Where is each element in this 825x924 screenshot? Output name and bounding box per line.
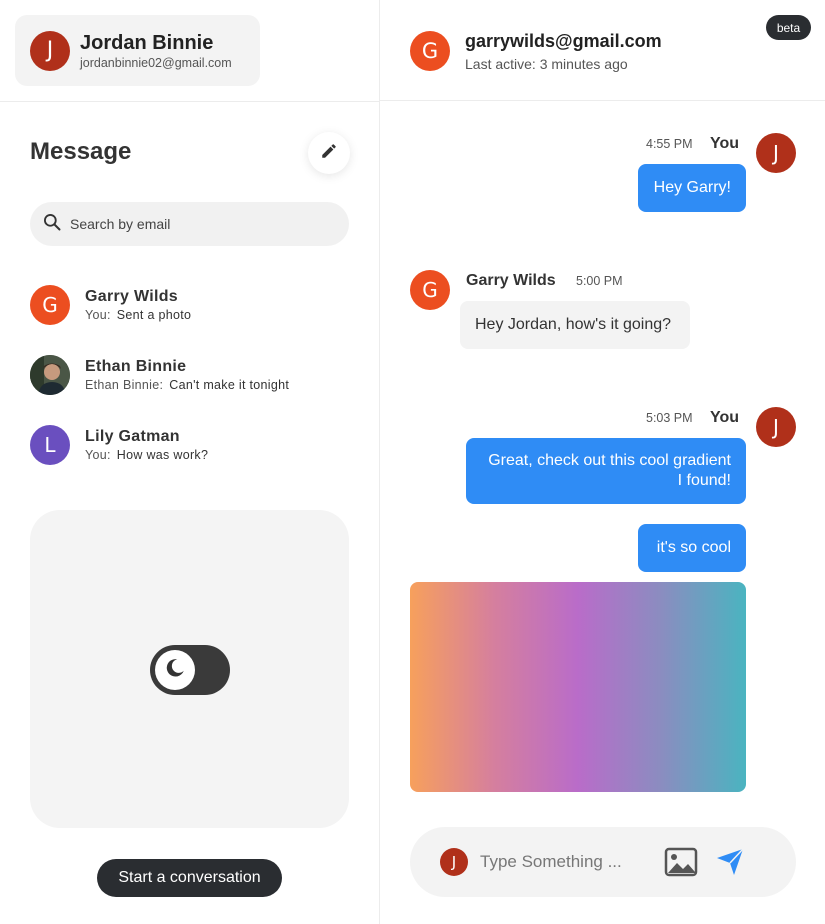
message-bubble-outgoing: Great, check out this cool gradient I fo… (466, 438, 746, 504)
message-time: 4:55 PM (646, 137, 693, 151)
chat-panel: G garrywilds@gmail.com Last active: 3 mi… (380, 0, 825, 924)
dark-mode-toggle[interactable] (150, 645, 230, 695)
message-bubble-outgoing: it's so cool (638, 524, 746, 572)
new-message-button[interactable] (308, 132, 350, 174)
toggle-knob (155, 650, 195, 690)
gradient-image[interactable] (410, 582, 746, 792)
current-user-email: jordanbinnie02@gmail.com (80, 55, 232, 70)
sidebar: J Jordan Binnie jordanbinnie02@gmail.com… (0, 0, 380, 924)
image-icon (664, 847, 698, 882)
current-user-name: Jordan Binnie (80, 31, 214, 54)
preview-sender: You: (85, 448, 111, 462)
beta-badge: beta (766, 15, 811, 40)
contact-avatar: G (410, 31, 450, 71)
preview-text: Can't make it tonight (169, 378, 290, 392)
preview-sender: Ethan Binnie: (85, 378, 164, 392)
avatar: J (756, 133, 796, 173)
message-sender: Garry Wilds (466, 272, 556, 289)
last-active-status: Last active: 3 minutes ago (465, 56, 628, 72)
search-box[interactable] (30, 202, 349, 246)
chat-header: G garrywilds@gmail.com Last active: 3 mi… (380, 0, 825, 101)
message-composer: J (410, 827, 796, 897)
conversation-name: Lily Gatman (85, 428, 180, 445)
messenger-app: J Jordan Binnie jordanbinnie02@gmail.com… (0, 0, 825, 924)
moon-icon (164, 657, 186, 684)
conversation-name: Garry Wilds (85, 288, 178, 305)
message-input[interactable] (480, 849, 640, 875)
avatar: L (30, 425, 70, 465)
contact-email: garrywilds@gmail.com (465, 31, 662, 51)
conversation-item[interactable]: L Lily Gatman You: How was work? (30, 423, 350, 467)
start-conversation-button[interactable]: Start a conversation (97, 859, 282, 897)
search-icon (42, 212, 62, 237)
preview-text: Sent a photo (116, 308, 192, 322)
avatar (30, 355, 70, 395)
conversation-item[interactable]: Ethan Binnie Ethan Binnie: Can't make it … (30, 353, 350, 397)
profile-photo-icon (30, 355, 70, 395)
message-sender: You (710, 135, 740, 152)
preview-sender: You: (85, 308, 111, 322)
composer-avatar: J (440, 848, 468, 876)
current-user-avatar: J (30, 30, 70, 71)
message-time: 5:00 PM (576, 274, 623, 288)
conversation-item[interactable]: G Garry Wilds You: Sent a photo (30, 283, 350, 327)
pencil-icon (320, 142, 338, 165)
send-icon (714, 848, 746, 882)
search-input[interactable] (70, 216, 330, 232)
divider (0, 101, 379, 102)
sidebar-title: Message (30, 138, 132, 165)
theme-card (30, 510, 349, 828)
conversation-name: Ethan Binnie (85, 358, 187, 375)
message-bubble-outgoing: Hey Garry! (638, 164, 746, 212)
attach-image-button[interactable] (664, 846, 698, 878)
message-sender: You (710, 409, 740, 426)
message-time: 5:03 PM (646, 411, 693, 425)
current-user-card[interactable]: J Jordan Binnie jordanbinnie02@gmail.com (15, 15, 260, 86)
avatar: J (756, 407, 796, 447)
avatar: G (30, 285, 70, 325)
message-bubble-incoming: Hey Jordan, how's it going? (460, 301, 690, 349)
send-button[interactable] (714, 846, 748, 878)
avatar: G (410, 270, 450, 310)
preview-text: How was work? (116, 448, 209, 462)
